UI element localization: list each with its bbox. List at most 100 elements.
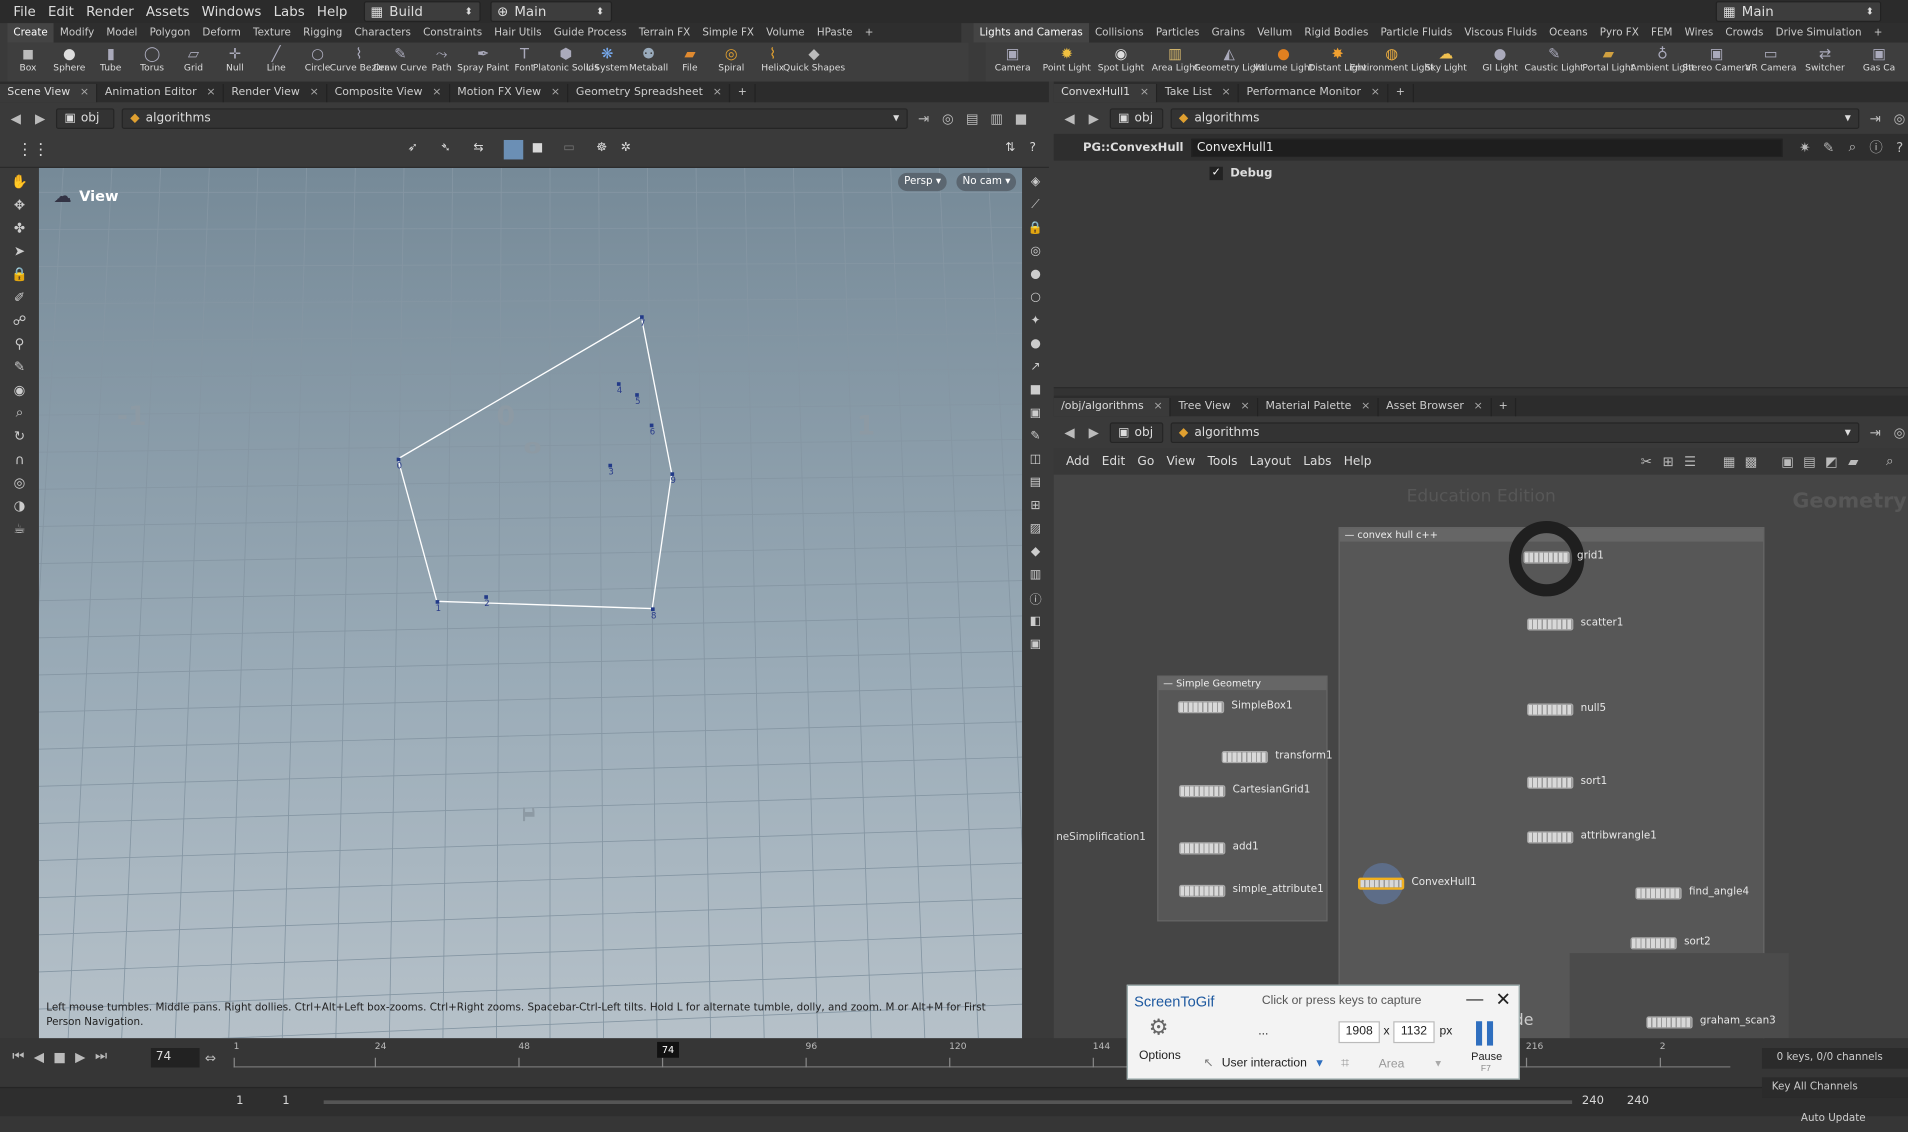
- camera-orbit-icon[interactable]: ◑: [10, 495, 29, 514]
- path-node[interactable]: ◆ algorithms ▾: [121, 107, 908, 129]
- search-icon[interactable]: ⌕: [1881, 453, 1898, 470]
- pane-tab[interactable]: Asset Browser ×: [1379, 398, 1492, 417]
- pause-icon[interactable]: [1476, 1021, 1495, 1046]
- pin-icon[interactable]: ⇥: [915, 110, 932, 127]
- pane-tab[interactable]: Performance Monitor ×: [1239, 83, 1389, 103]
- info-icon[interactable]: ⓘ: [1868, 139, 1884, 156]
- close-icon[interactable]: ×: [1241, 398, 1250, 416]
- camera-icon[interactable]: ■: [1026, 380, 1045, 399]
- network-editor[interactable]: Education Edition Geometry — convex hull…: [1053, 474, 1908, 1039]
- height-field[interactable]: 1132: [1393, 1021, 1435, 1044]
- area-mode[interactable]: Area: [1379, 1058, 1405, 1071]
- node-graham_scan3[interactable]: [1646, 1016, 1693, 1029]
- menu-item-labs[interactable]: Labs: [267, 4, 310, 20]
- zoom-icon[interactable]: ⌕: [10, 403, 29, 422]
- crop-icon[interactable]: ⊞: [1026, 495, 1045, 514]
- shelf-tab[interactable]: Particle Fluids: [1374, 23, 1458, 42]
- key-all-channels[interactable]: Key All Channels: [1761, 1077, 1908, 1098]
- tool-tube[interactable]: ▮ Tube: [90, 43, 131, 82]
- desktop-dropdown[interactable]: ▦ Build ⬍: [363, 1, 481, 22]
- shelf-tab[interactable]: Create: [7, 23, 54, 43]
- fill-icon[interactable]: ▤: [1026, 472, 1045, 491]
- tool-box[interactable]: ◼ Box: [7, 43, 48, 82]
- tool-line[interactable]: ╱ Line: [256, 43, 297, 82]
- tool-sphere[interactable]: ● Sphere: [49, 43, 90, 82]
- chevron-down-icon[interactable]: ▼: [1433, 1058, 1443, 1069]
- shelf-tab[interactable]: Drive Simulation: [1770, 23, 1868, 42]
- tool-portal-light[interactable]: ▰ Portal Light: [1581, 43, 1635, 82]
- step-icon[interactable]: ⇔: [202, 1049, 219, 1066]
- path-root[interactable]: ▣ obj: [1109, 421, 1164, 443]
- shelf-tab[interactable]: Model: [100, 23, 143, 42]
- points-icon[interactable]: ●: [1026, 334, 1045, 353]
- scene-viewport[interactable]: ☁ View Persp ▾ No cam ▾ -1 0 1 0 1 0 1 2 3 4…: [38, 167, 1023, 1039]
- range-slider[interactable]: [323, 1100, 1573, 1105]
- display-options-icon[interactable]: ⋮⋮: [17, 141, 49, 159]
- skip-end-icon[interactable]: ⏭: [92, 1048, 109, 1065]
- brush-icon[interactable]: ✐: [10, 287, 29, 306]
- close-icon[interactable]: ×: [551, 84, 560, 102]
- pane-tab[interactable]: ConvexHull1 ×: [1053, 83, 1158, 103]
- tool-draw-curve[interactable]: ✎ Draw Curve: [374, 43, 428, 82]
- close-icon[interactable]: ×: [1474, 398, 1483, 416]
- menu-item-windows[interactable]: Windows: [196, 4, 268, 20]
- snap-icon[interactable]: ✲: [621, 141, 631, 154]
- pane-tab[interactable]: Tree View ×: [1171, 398, 1259, 417]
- back-arrow-icon[interactable]: ◀: [1061, 110, 1078, 127]
- rotate-icon[interactable]: ✤: [10, 218, 29, 237]
- render-icon[interactable]: ☕: [10, 519, 29, 538]
- palette-icon[interactable]: ◧: [1026, 611, 1045, 630]
- tool-quick-shapes[interactable]: ◆ Quick Shapes: [783, 43, 845, 82]
- chevron-down-icon[interactable]: ▼: [1314, 1057, 1325, 1069]
- back-arrow-icon[interactable]: ◀: [1061, 424, 1078, 441]
- link-icon[interactable]: ◎: [1891, 424, 1908, 441]
- end-frame[interactable]: 240: [1627, 1094, 1649, 1107]
- bg-icon[interactable]: ○: [1026, 287, 1045, 306]
- node-null5[interactable]: [1527, 703, 1574, 716]
- network-menu-help[interactable]: Help: [1344, 455, 1372, 468]
- select-edges-icon[interactable]: ⇆: [473, 141, 483, 154]
- shelf-tab[interactable]: Hair Utils: [488, 23, 547, 42]
- shelf-tab[interactable]: FEM: [1645, 23, 1679, 42]
- handle-icon[interactable]: ✋: [10, 172, 29, 191]
- path-node[interactable]: ◆ algorithms ▾: [1170, 107, 1860, 129]
- network-menu-view[interactable]: View: [1166, 455, 1195, 468]
- node-simplebox1[interactable]: [1177, 701, 1225, 714]
- shelf-tab[interactable]: Lights and Cameras: [973, 23, 1089, 43]
- select-vertices-icon[interactable]: ■: [532, 141, 544, 154]
- pin-icon[interactable]: ⇥: [1867, 110, 1884, 127]
- playback-start[interactable]: 1: [282, 1094, 289, 1107]
- right-desktop-dropdown[interactable]: ▦ Main ⬍: [1715, 1, 1882, 22]
- close-icon[interactable]: ×: [1371, 84, 1380, 102]
- tool-camera[interactable]: ▣ Camera: [986, 43, 1040, 82]
- path-root[interactable]: ▣ obj: [1109, 107, 1164, 129]
- pane-tab[interactable]: Render View ×: [224, 83, 328, 103]
- grid-small-icon[interactable]: ▩: [1743, 453, 1760, 470]
- forward-arrow-icon[interactable]: ▶: [32, 110, 49, 127]
- network-menu-go[interactable]: Go: [1137, 455, 1154, 468]
- close-icon[interactable]: ×: [1361, 398, 1370, 416]
- display-flags-icon[interactable]: ⇅: [1005, 141, 1015, 154]
- node-grid1[interactable]: [1523, 551, 1570, 564]
- list-icon[interactable]: ☰: [1682, 453, 1699, 470]
- tool-point-light[interactable]: ✹ Point Light: [1040, 43, 1094, 82]
- tool-gas-ca[interactable]: ▣ Gas Ca: [1852, 43, 1906, 82]
- tool-vr-camera[interactable]: ▭ VR Camera: [1744, 43, 1798, 82]
- pane-tab[interactable]: Animation Editor ×: [98, 83, 225, 103]
- node-name-field[interactable]: ConvexHull1: [1190, 138, 1783, 157]
- close-icon[interactable]: ×: [206, 84, 215, 102]
- tool-platonic-solids[interactable]: ⬢ Platonic Solids: [533, 43, 599, 82]
- snap-icon[interactable]: ◎: [10, 472, 29, 491]
- persp-icon[interactable]: ◫: [1026, 449, 1045, 468]
- lock-icon[interactable]: 🔒: [1026, 218, 1045, 237]
- minimize-icon[interactable]: —: [1466, 988, 1483, 1007]
- shelf-tab[interactable]: Wires: [1679, 23, 1720, 42]
- add-tab-icon[interactable]: +: [1388, 83, 1414, 103]
- shelf-tab[interactable]: Texture: [247, 23, 297, 42]
- tool-environment-light[interactable]: ◍ Environment Light: [1350, 43, 1434, 82]
- move-icon[interactable]: ✥: [10, 195, 29, 214]
- pose-icon[interactable]: ☍: [10, 310, 29, 329]
- close-icon[interactable]: ×: [432, 84, 441, 102]
- tool-metaball[interactable]: ⚉ Metaball: [628, 43, 669, 82]
- pane-tab[interactable]: /obj/algorithms ×: [1053, 398, 1172, 417]
